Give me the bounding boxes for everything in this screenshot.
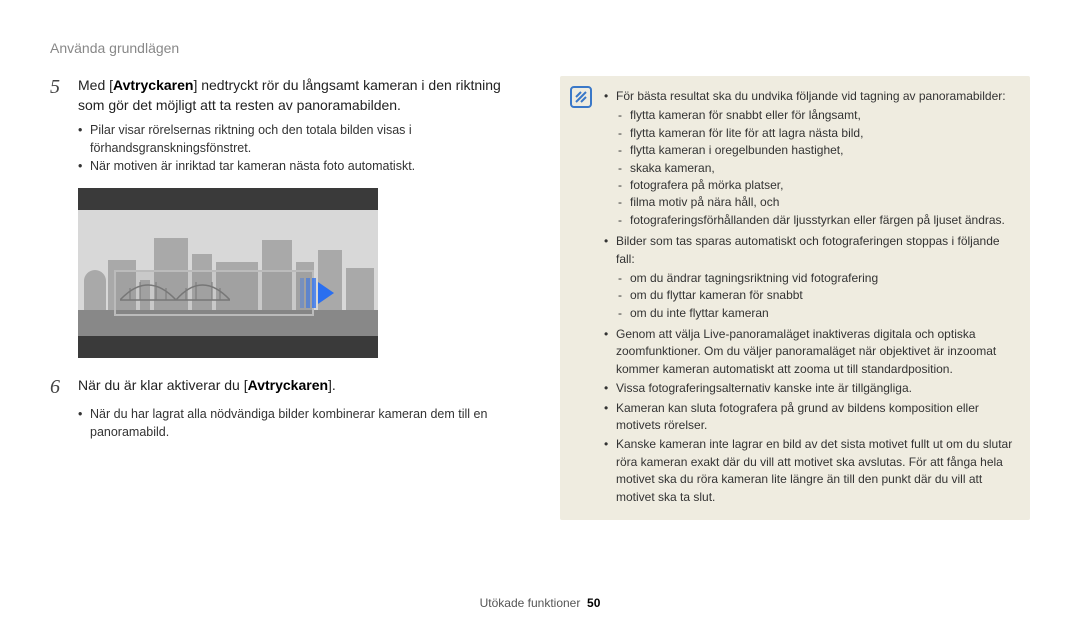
step6-after: ]. [328, 377, 336, 393]
right-column: För bästa resultat ska du undvika följan… [560, 76, 1030, 520]
note-sub-item: om du ändrar tagningsriktning vid fotogr… [616, 270, 1014, 287]
list-item: När du har lagrat alla nödvändiga bilder… [78, 405, 530, 441]
note-sub-item: flytta kameran i oregelbunden hastighet, [616, 142, 1014, 159]
note-sub-list: flytta kameran för snabbt eller för lång… [616, 107, 1014, 229]
section-header: Använda grundlägen [50, 40, 1030, 56]
step6-before: När du är klar aktiverar du [ [78, 377, 248, 393]
note-box: För bästa resultat ska du undvika följan… [560, 76, 1030, 520]
list-item: När motiven är inriktad tar kameran näst… [78, 157, 530, 175]
note-item: Vissa fotograferingsalternativ kanske in… [604, 380, 1014, 397]
step-5: 5 Med [Avtryckaren] nedtryckt rör du lån… [50, 76, 530, 115]
left-column: 5 Med [Avtryckaren] nedtryckt rör du lån… [50, 76, 530, 520]
note-sub-item: skaka kameran, [616, 160, 1014, 177]
note-item: För bästa resultat ska du undvika följan… [604, 88, 1014, 229]
step6-sub-list: När du har lagrat alla nödvändiga bilder… [50, 405, 530, 441]
note-icon [570, 86, 592, 108]
step-number: 5 [50, 76, 78, 99]
note-item: Genom att välja Live-panoramaläget inakt… [604, 326, 1014, 378]
note-sub-list: om du ändrar tagningsriktning vid fotogr… [616, 270, 1014, 322]
note-item: Bilder som tas sparas automatiskt och fo… [604, 233, 1014, 322]
footer-label: Utökade funktioner [480, 596, 581, 610]
direction-arrow-icon [318, 282, 334, 304]
step5-bold: Avtryckaren [113, 77, 193, 93]
note-item: Kameran kan sluta fotografera på grund a… [604, 400, 1014, 435]
note-sub-item: fotograferingsförhållanden där ljusstyrk… [616, 212, 1014, 229]
panorama-illustration [78, 188, 378, 358]
step5-before: Med [ [78, 77, 113, 93]
page-footer: Utökade funktioner 50 [0, 596, 1080, 610]
note-b1: För bästa resultat ska du undvika följan… [616, 89, 1006, 103]
note-sub-item: om du inte flyttar kameran [616, 305, 1014, 322]
note-sub-item: flytta kameran för lite för att lagra nä… [616, 125, 1014, 142]
step-number: 6 [50, 376, 78, 399]
note-list: För bästa resultat ska du undvika följan… [604, 88, 1014, 506]
page-number: 50 [587, 596, 600, 610]
content-columns: 5 Med [Avtryckaren] nedtryckt rör du lån… [50, 76, 1030, 520]
note-b2: Bilder som tas sparas automatiskt och fo… [616, 234, 1000, 265]
step-text: Med [Avtryckaren] nedtryckt rör du långs… [78, 76, 530, 115]
step-text: När du är klar aktiverar du [Avtryckaren… [78, 376, 530, 396]
note-sub-item: filma motiv på nära håll, och [616, 194, 1014, 211]
note-sub-item: om du flyttar kameran för snabbt [616, 287, 1014, 304]
note-sub-item: fotografera på mörka platser, [616, 177, 1014, 194]
note-sub-item: flytta kameran för snabbt eller för lång… [616, 107, 1014, 124]
list-item: Pilar visar rörelsernas riktning och den… [78, 121, 530, 157]
step-6: 6 När du är klar aktiverar du [Avtryckar… [50, 376, 530, 399]
step6-bold: Avtryckaren [248, 377, 328, 393]
direction-stripes [300, 278, 316, 308]
note-item: Kanske kameran inte lagrar en bild av de… [604, 436, 1014, 506]
step5-sub-list: Pilar visar rörelsernas riktning och den… [50, 121, 530, 175]
